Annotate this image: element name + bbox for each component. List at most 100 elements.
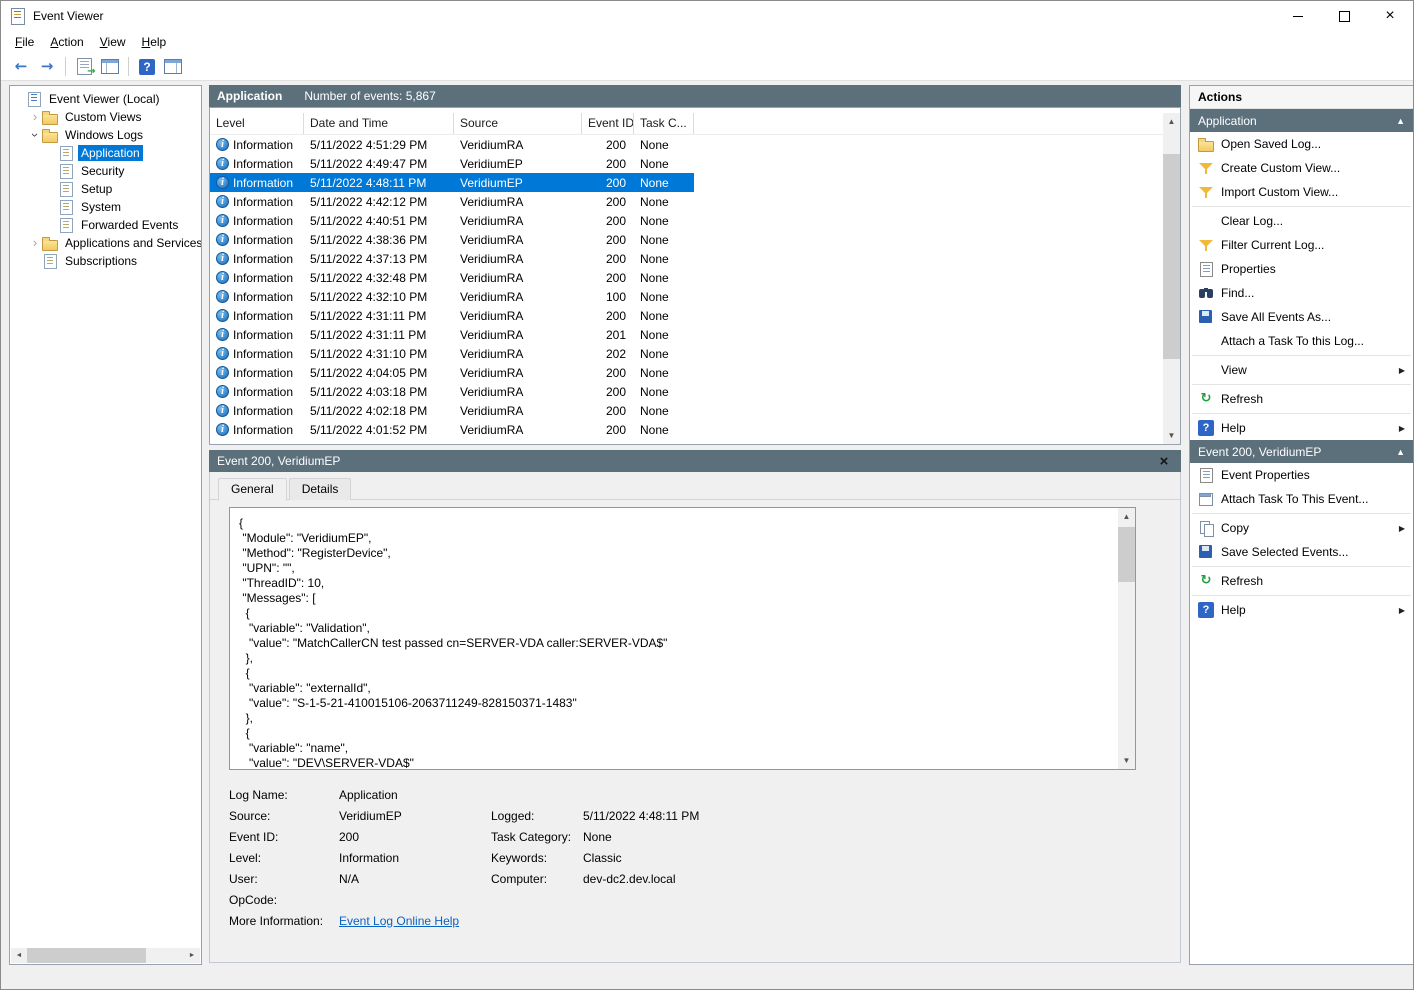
- event-row[interactable]: Information5/11/2022 4:03:18 PMVeridiumR…: [210, 382, 694, 401]
- tree-item-forwarded-events[interactable]: Forwarded Events: [10, 216, 201, 234]
- tab-general[interactable]: General: [218, 478, 287, 501]
- toolbar-show-action-pane-button[interactable]: [161, 55, 185, 79]
- event-row[interactable]: Information5/11/2022 4:40:51 PMVeridiumR…: [210, 211, 694, 230]
- action-attach-a-task-to-this-log[interactable]: Attach a Task To this Log...: [1190, 329, 1413, 353]
- event-source: VeridiumRA: [454, 404, 582, 418]
- maximize-button[interactable]: [1321, 1, 1367, 31]
- event-level-text: Information: [233, 290, 293, 304]
- open-saved-log-icon: [77, 58, 92, 75]
- toolbar-back-button[interactable]: [9, 55, 33, 79]
- scrollbar-thumb[interactable]: [1118, 527, 1135, 582]
- minimize-button[interactable]: [1275, 1, 1321, 31]
- tree-horizontal-scrollbar[interactable]: ◄ ►: [11, 948, 200, 963]
- event-id: 200: [582, 271, 634, 285]
- menu-help[interactable]: Help: [134, 33, 175, 51]
- toolbar-open-saved-log-button[interactable]: [72, 55, 96, 79]
- column-header-task-c[interactable]: Task C...: [634, 113, 694, 134]
- action-help[interactable]: Help▶: [1190, 598, 1413, 622]
- menu-view[interactable]: View: [92, 33, 134, 51]
- action-refresh[interactable]: Refresh: [1190, 569, 1413, 593]
- event-log-online-help-link[interactable]: Event Log Online Help: [339, 914, 491, 928]
- close-button[interactable]: [1367, 1, 1413, 31]
- event-row[interactable]: Information5/11/2022 4:48:11 PMVeridiumE…: [210, 173, 694, 192]
- event-row[interactable]: Information5/11/2022 4:02:18 PMVeridiumR…: [210, 401, 694, 420]
- column-header-event-id[interactable]: Event ID: [582, 113, 634, 134]
- events-scrollbar[interactable]: ▲ ▼: [1163, 113, 1180, 444]
- scrollbar-thumb[interactable]: [1163, 154, 1180, 359]
- event-row[interactable]: Information5/11/2022 4:31:11 PMVeridiumR…: [210, 325, 694, 344]
- scroll-up-button[interactable]: ▲: [1163, 113, 1180, 130]
- tree-item-custom-views[interactable]: ›Custom Views: [10, 108, 201, 126]
- action-clear-log[interactable]: Clear Log...: [1190, 209, 1413, 233]
- scrollbar-track[interactable]: [27, 948, 184, 963]
- scroll-right-button[interactable]: ►: [184, 948, 200, 963]
- event-row[interactable]: Information5/11/2022 4:32:10 PMVeridiumR…: [210, 287, 694, 306]
- scroll-down-button[interactable]: ▼: [1163, 427, 1180, 444]
- event-id: 200: [582, 309, 634, 323]
- event-level: Information: [210, 347, 304, 361]
- action-refresh[interactable]: Refresh: [1190, 387, 1413, 411]
- actions-sections: Application▲Open Saved Log...Create Cust…: [1190, 109, 1413, 622]
- scrollbar-track[interactable]: [1163, 130, 1180, 427]
- actions-section-event-200-veridiumep[interactable]: Event 200, VeridiumEP▲: [1190, 440, 1413, 463]
- event-row[interactable]: Information5/11/2022 4:37:13 PMVeridiumR…: [210, 249, 694, 268]
- tree-item-windows-logs[interactable]: ›Windows Logs: [10, 126, 201, 144]
- tree-item-applications-and-services-lo[interactable]: ›Applications and Services Lo: [10, 234, 201, 252]
- menu-action[interactable]: Action: [42, 33, 91, 51]
- column-header-source[interactable]: Source: [454, 113, 582, 134]
- action-attach-task-to-this-event[interactable]: Attach Task To This Event...: [1190, 487, 1413, 511]
- collapse-icon[interactable]: ▲: [1396, 447, 1405, 457]
- tree-item-subscriptions[interactable]: Subscriptions: [10, 252, 201, 270]
- scroll-left-button[interactable]: ◄: [11, 948, 27, 963]
- action-event-properties[interactable]: Event Properties: [1190, 463, 1413, 487]
- scrollbar-thumb[interactable]: [27, 948, 146, 963]
- action-save-all-events-as[interactable]: Save All Events As...: [1190, 305, 1413, 329]
- event-row[interactable]: Information5/11/2022 4:31:10 PMVeridiumR…: [210, 344, 694, 363]
- toolbar-show-console-tree-button[interactable]: [98, 55, 122, 79]
- tree-item-system[interactable]: System: [10, 198, 201, 216]
- action-help[interactable]: Help▶: [1190, 416, 1413, 440]
- action-find[interactable]: Find...: [1190, 281, 1413, 305]
- event-row[interactable]: Information5/11/2022 4:04:05 PMVeridiumR…: [210, 363, 694, 382]
- scrollbar-track[interactable]: [1118, 525, 1135, 752]
- column-header-level[interactable]: Level: [210, 113, 304, 134]
- toolbar-forward-button[interactable]: [35, 55, 59, 79]
- menu-file[interactable]: File: [7, 33, 42, 51]
- tree-item-label: Subscriptions: [62, 253, 140, 269]
- column-header-date-and-time[interactable]: Date and Time: [304, 113, 454, 134]
- tab-details[interactable]: Details: [289, 478, 352, 500]
- tree-item-event-viewer-local[interactable]: Event Viewer (Local): [10, 90, 201, 108]
- actions-section-application[interactable]: Application▲: [1190, 109, 1413, 132]
- description-scrollbar[interactable]: ▲ ▼: [1118, 508, 1135, 769]
- scroll-down-button[interactable]: ▼: [1118, 752, 1135, 769]
- action-create-custom-view[interactable]: Create Custom View...: [1190, 156, 1413, 180]
- save-icon: [1198, 544, 1214, 560]
- action-filter-current-log[interactable]: Filter Current Log...: [1190, 233, 1413, 257]
- action-properties[interactable]: Properties: [1190, 257, 1413, 281]
- event-task-category: None: [634, 328, 694, 342]
- event-row[interactable]: Information5/11/2022 4:31:11 PMVeridiumR…: [210, 306, 694, 325]
- toolbar-help-button[interactable]: [135, 55, 159, 79]
- event-row[interactable]: Information5/11/2022 4:42:12 PMVeridiumR…: [210, 192, 694, 211]
- event-row[interactable]: Information5/11/2022 4:32:48 PMVeridiumR…: [210, 268, 694, 287]
- chevron-collapsed-icon[interactable]: ›: [28, 236, 42, 250]
- scroll-up-button[interactable]: ▲: [1118, 508, 1135, 525]
- event-row[interactable]: Information5/11/2022 4:51:29 PMVeridiumR…: [210, 135, 694, 154]
- tree-item-label: Application: [78, 145, 143, 161]
- action-view[interactable]: View▶: [1190, 358, 1413, 382]
- action-open-saved-log[interactable]: Open Saved Log...: [1190, 132, 1413, 156]
- collapse-icon[interactable]: ▲: [1396, 116, 1405, 126]
- event-row[interactable]: Information5/11/2022 4:49:47 PMVeridiumE…: [210, 154, 694, 173]
- action-save-selected-events[interactable]: Save Selected Events...: [1190, 540, 1413, 564]
- chevron-collapsed-icon[interactable]: ›: [28, 110, 42, 124]
- tree-item-setup[interactable]: Setup: [10, 180, 201, 198]
- chevron-expanded-icon[interactable]: ›: [28, 128, 42, 142]
- preview-close-button[interactable]: [1155, 454, 1173, 469]
- action-copy[interactable]: Copy▶: [1190, 516, 1413, 540]
- event-row[interactable]: Information5/11/2022 4:01:52 PMVeridiumR…: [210, 420, 694, 439]
- action-import-custom-view[interactable]: Import Custom View...: [1190, 180, 1413, 204]
- event-row[interactable]: Information5/11/2022 4:38:36 PMVeridiumR…: [210, 230, 694, 249]
- event-level-text: Information: [233, 157, 293, 171]
- tree-item-application[interactable]: Application: [10, 144, 201, 162]
- tree-item-security[interactable]: Security: [10, 162, 201, 180]
